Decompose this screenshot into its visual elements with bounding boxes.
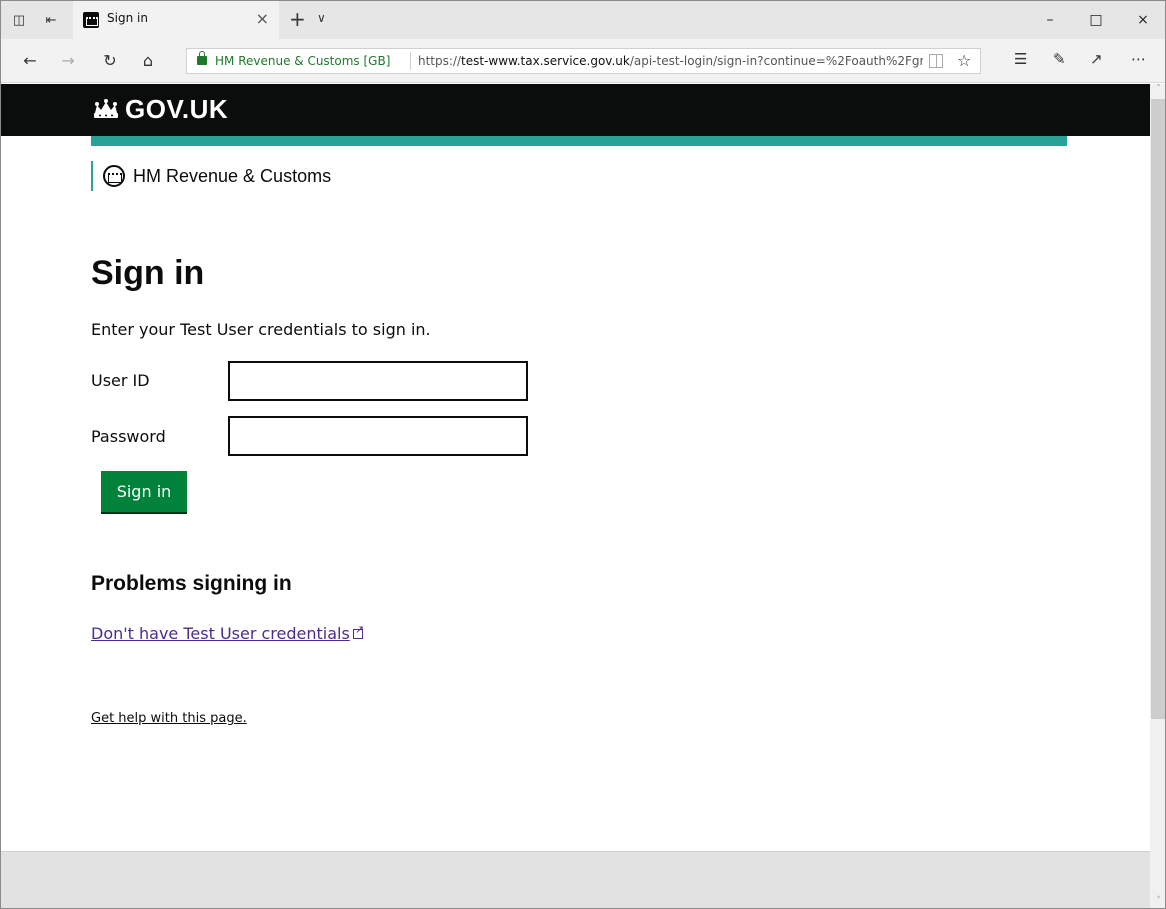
site-identity[interactable]: HM Revenue & Customs [GB]	[215, 54, 390, 68]
pen-icon[interactable]: ✎	[1053, 50, 1066, 68]
tab-title: Sign in	[107, 11, 148, 25]
govuk-favicon-icon	[83, 12, 99, 28]
reading-view-icon[interactable]	[929, 54, 943, 68]
refresh-icon[interactable]: ↻	[99, 50, 121, 72]
navigation-bar: ← → ↻ ⌂ HM Revenue & Customs [GB] https:…	[1, 39, 1165, 83]
new-tab-icon[interactable]: +	[289, 7, 306, 31]
back-arrow-icon[interactable]: ←	[19, 50, 41, 72]
address-divider	[410, 52, 411, 70]
window-bottom-area	[1, 851, 1150, 908]
set-tabs-aside-icon[interactable]: ⇤	[41, 10, 61, 30]
url-text[interactable]: https://test-www.tax.service.gov.uk/api-…	[418, 54, 923, 68]
user-id-label: User ID	[91, 371, 150, 390]
more-icon[interactable]: ⋯	[1131, 50, 1146, 68]
credentials-link-text: Don't have Test User credentials	[91, 624, 350, 643]
scroll-up-icon[interactable]: ˄	[1150, 84, 1165, 98]
star-icon[interactable]: ☆	[957, 51, 971, 70]
url-prefix: https://	[418, 54, 462, 68]
close-tab-icon[interactable]: ×	[256, 9, 269, 28]
page-viewport: GOV.UK HM Revenue & Customs Sign in Ente…	[1, 84, 1150, 851]
sign-in-button[interactable]: Sign in	[101, 471, 187, 512]
tab-sign-in[interactable]: Sign in ×	[73, 1, 279, 39]
favorites-hub-icon[interactable]: ☰	[1014, 50, 1027, 68]
organisation-logo: HM Revenue & Customs	[91, 161, 331, 191]
minimize-icon[interactable]: –	[1035, 9, 1065, 31]
tab-preview-icon[interactable]: ◫	[9, 10, 29, 30]
organisation-name: HM Revenue & Customs	[133, 166, 332, 186]
header-accent-bar	[91, 136, 1067, 146]
lock-icon[interactable]	[197, 51, 207, 65]
lead-text: Enter your Test User credentials to sign…	[91, 320, 431, 339]
password-input[interactable]	[228, 416, 528, 456]
close-window-icon[interactable]: ×	[1128, 9, 1158, 31]
browser-window: ◫ ⇤ Sign in × + ∨ – □ × ← → ↻ ⌂ HM Reven…	[0, 0, 1166, 909]
govuk-header: GOV.UK	[1, 84, 1150, 136]
url-path: /api-test-login/sign-in?continue=%2Foaut…	[629, 54, 923, 68]
address-bar[interactable]: HM Revenue & Customs [GB] https://test-w…	[186, 48, 981, 74]
password-label: Password	[91, 427, 166, 446]
test-user-credentials-link[interactable]: Don't have Test User credentials	[91, 623, 364, 643]
url-host: test-www.tax.service.gov.uk	[461, 54, 630, 68]
hmrc-crest-icon	[103, 165, 125, 187]
maximize-icon[interactable]: □	[1081, 9, 1111, 31]
tab-strip: ◫ ⇤ Sign in × + ∨ – □ ×	[1, 1, 1165, 39]
forward-arrow-icon[interactable]: →	[57, 50, 79, 72]
problems-heading: Problems signing in	[91, 572, 292, 595]
page-title: Sign in	[91, 254, 205, 292]
user-id-input[interactable]	[228, 361, 528, 401]
chevron-down-icon[interactable]: ∨	[317, 11, 326, 25]
scroll-down-icon[interactable]: ˅	[1150, 896, 1165, 908]
crown-icon[interactable]	[91, 98, 121, 120]
scroll-thumb[interactable]	[1151, 99, 1165, 719]
govuk-logo-link[interactable]: GOV.UK	[125, 94, 228, 125]
get-help-link[interactable]: Get help with this page.	[91, 711, 247, 726]
home-icon[interactable]: ⌂	[137, 50, 159, 72]
vertical-scrollbar[interactable]: ˄ ˅	[1150, 84, 1165, 908]
external-link-icon	[352, 623, 364, 639]
share-icon[interactable]: ↗	[1090, 50, 1103, 68]
